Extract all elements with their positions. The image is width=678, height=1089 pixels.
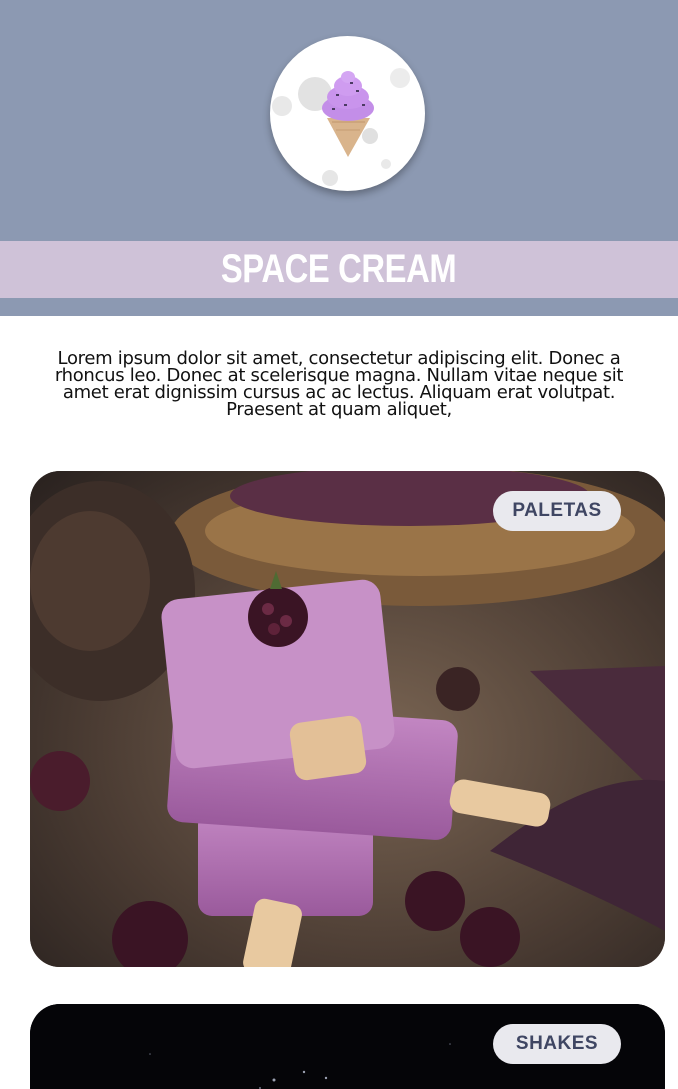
- page: SPACE CREAM Lorem ipsum dolor sit amet, …: [0, 0, 678, 1089]
- ice-cream-cone-icon: [272, 68, 410, 186]
- site-header: SPACE CREAM: [0, 0, 678, 316]
- site-title: SPACE CREAM: [221, 247, 457, 291]
- category-pill-paletas[interactable]: PALETAS: [493, 491, 621, 531]
- paletas-photo: [30, 471, 665, 967]
- intro-text: Lorem ipsum dolor sit amet, consectetur …: [54, 348, 624, 420]
- logo[interactable]: [270, 36, 425, 191]
- card-shakes[interactable]: SHAKES: [30, 1004, 665, 1089]
- title-band: SPACE CREAM: [0, 241, 678, 298]
- category-pill-shakes[interactable]: SHAKES: [493, 1024, 621, 1064]
- card-paletas[interactable]: PALETAS: [30, 471, 665, 967]
